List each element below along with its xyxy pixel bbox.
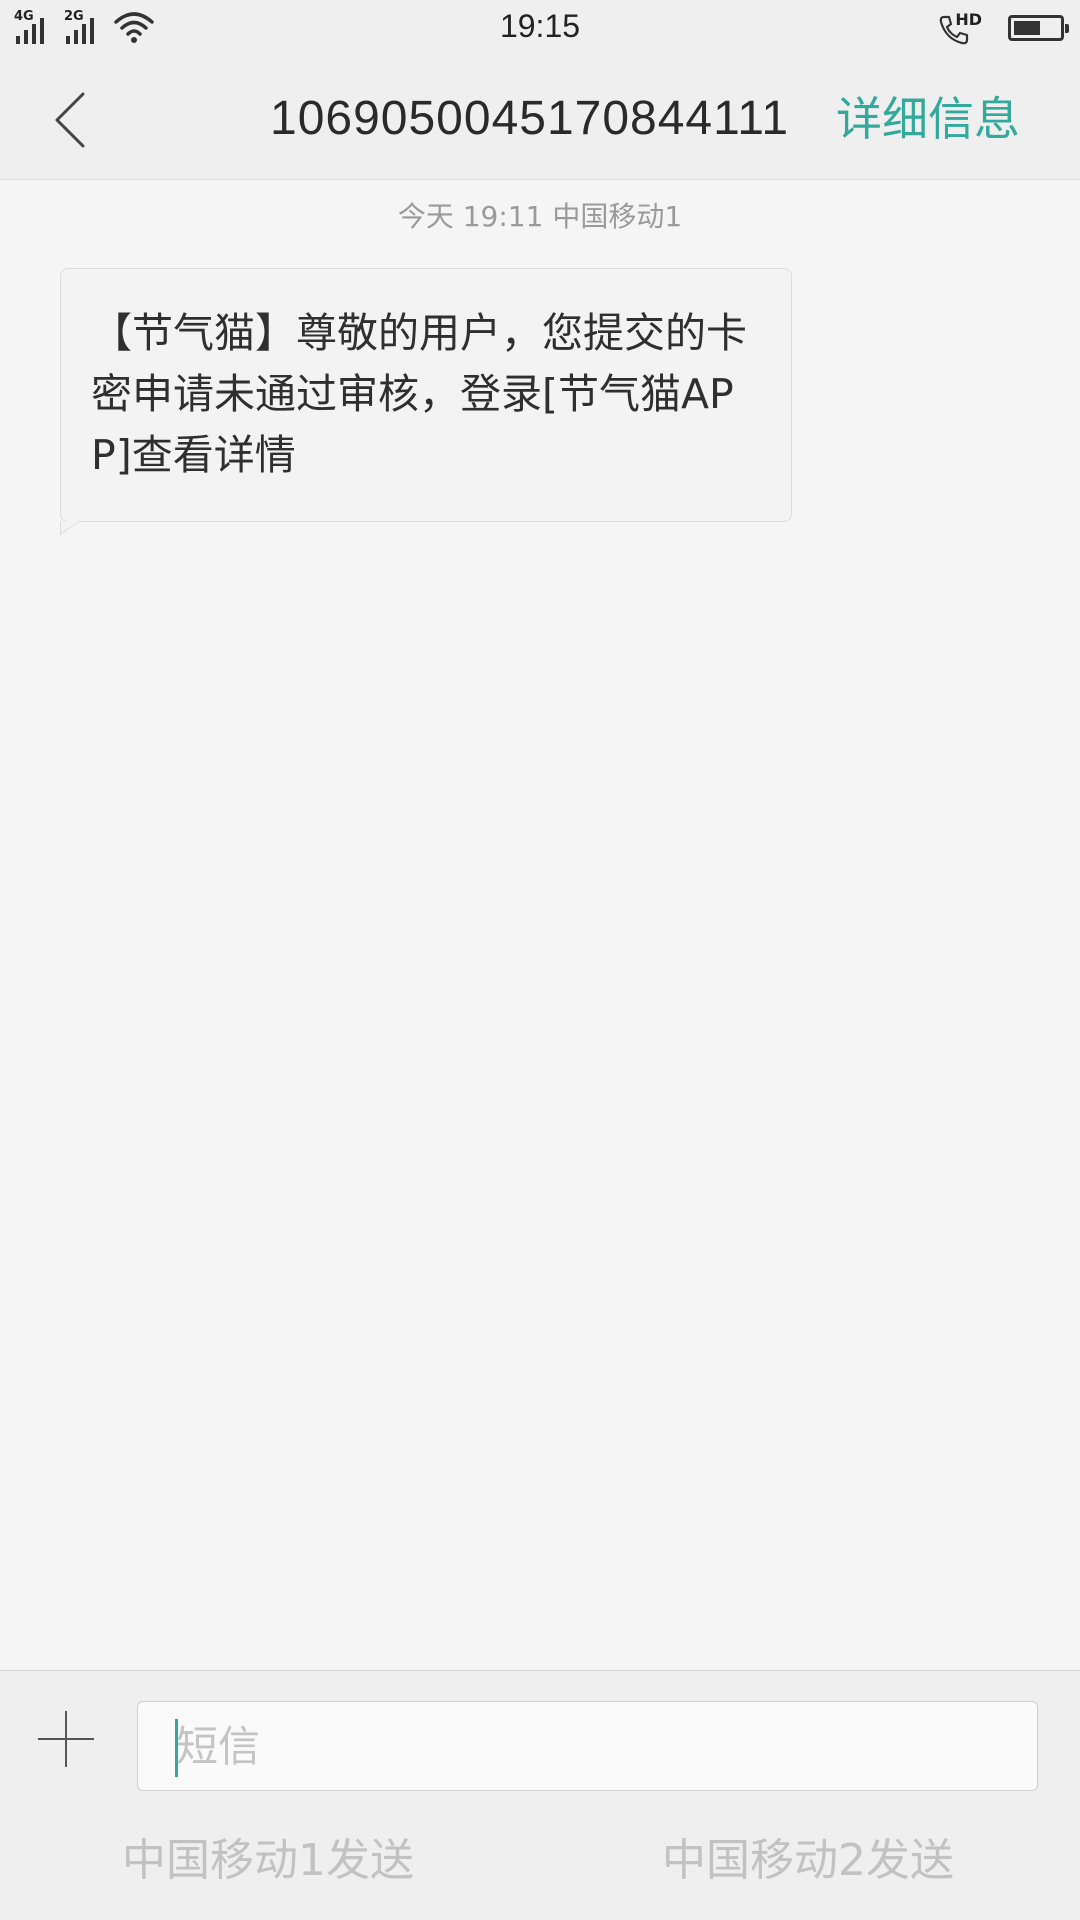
send-sim2-button[interactable]: 中国移动2发送 — [662, 1833, 954, 1889]
page-title: 1069050045170844111 — [270, 92, 790, 145]
message-text: 【节气猫】尊敬的用户，您提交的卡密申请未通过审核，登录[节气猫APP]查看详情 — [91, 309, 747, 479]
chevron-left-icon — [55, 92, 85, 148]
status-bar: 4G 2G 19:15 HD — [0, 0, 1080, 60]
battery-fill — [1014, 21, 1040, 35]
send-sim1-button[interactable]: 中国移动1发送 — [122, 1833, 414, 1889]
status-time: 19:15 — [499, 8, 581, 44]
incoming-message-bubble[interactable]: 【节气猫】尊敬的用户，您提交的卡密申请未通过审核，登录[节气猫APP]查看详情 — [60, 268, 792, 535]
back-button[interactable] — [40, 82, 100, 158]
message-timestamp: 今天 19:11 中国移动1 — [397, 200, 683, 233]
hd-call-icon: HD — [938, 10, 982, 46]
details-button[interactable]: 详细信息 — [836, 90, 1020, 148]
conversation-header: 1069050045170844111 详细信息 — [0, 60, 1080, 180]
status-right: HD — [938, 10, 1069, 46]
attach-plus-button[interactable] — [38, 1711, 94, 1767]
hd-badge: HD — [955, 10, 982, 29]
sms-input[interactable] — [137, 1701, 1038, 1791]
battery-icon — [1008, 15, 1069, 41]
composer-bar: 中国移动1发送 中国移动2发送 — [0, 1670, 1080, 1920]
text-cursor — [175, 1719, 178, 1777]
